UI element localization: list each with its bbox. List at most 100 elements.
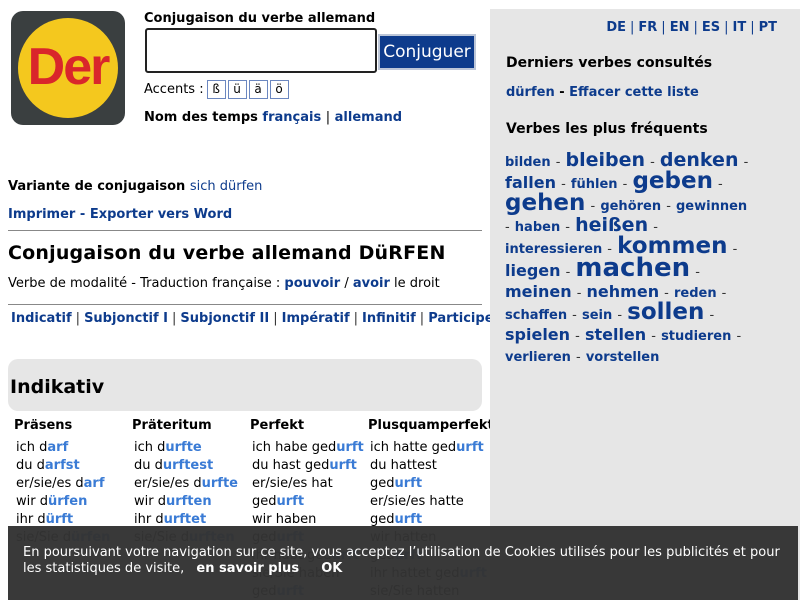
separator: - (743, 155, 749, 170)
conjugation-ending: urft (456, 440, 484, 455)
conjugation-stem: du hattest (370, 458, 437, 473)
accent-key-a-umlaut[interactable]: ä (248, 80, 268, 99)
verb-search-input[interactable] (145, 28, 377, 73)
accent-key-eszett[interactable]: ß (206, 80, 226, 99)
frequent-verb-link[interactable]: geben (632, 168, 713, 194)
separator: | (172, 311, 177, 326)
mood-section-header: Indikativ (8, 359, 482, 411)
separator: - (555, 155, 561, 170)
conjugation-row: du hattest (366, 457, 496, 475)
variant-link[interactable]: sich dürfen (190, 179, 263, 194)
frequent-verb-link[interactable]: gehören (600, 199, 661, 214)
mood-link-infinitif[interactable]: Infinitif (362, 311, 416, 326)
mood-link-indicatif[interactable]: Indicatif (11, 311, 72, 326)
frequent-verb-link[interactable]: machen (575, 253, 690, 283)
conjugation-stem: ihr d (134, 512, 164, 527)
conjugation-row: gedurft (248, 493, 366, 511)
frequent-verb-link[interactable]: spielen (505, 325, 570, 344)
conjugation-row: du darfst (12, 457, 130, 475)
mood-link-subjonctif-2[interactable]: Subjonctif II (180, 311, 269, 326)
conjugation-ending: arf (83, 476, 105, 491)
verb-info: Verbe de modalité - Traduction française… (8, 276, 440, 291)
conjugation-row: er/sie/es durfte (130, 475, 248, 493)
lang-link-fr[interactable]: FR (638, 20, 657, 35)
conjugation-ending: arf (47, 440, 69, 455)
conjugation-ending: urft (329, 458, 357, 473)
conjugation-stem: wir d (134, 494, 166, 509)
conjugation-row: gedurft (366, 475, 496, 493)
print-link[interactable]: Imprimer (8, 207, 75, 222)
conjugation-row: er/sie/es hat (248, 475, 366, 493)
separator: - (622, 177, 628, 192)
frequent-verb-link[interactable]: sein (582, 308, 612, 323)
site-logo[interactable]: Der (11, 11, 125, 125)
cookie-text: En poursuivant votre navigation sur ce s… (23, 545, 780, 576)
accent-key-u-umlaut[interactable]: ü (227, 80, 247, 99)
separator: | (724, 20, 729, 35)
conjugation-stem: ged (252, 494, 277, 509)
translation-link-1[interactable]: pouvoir (284, 276, 340, 291)
separator: | (273, 311, 278, 326)
frequent-verb-link[interactable]: gewinnen (676, 199, 747, 214)
translation-link-2[interactable]: avoir (353, 276, 390, 291)
separator: / (344, 276, 349, 291)
verb-info-suffix: le droit (394, 276, 440, 291)
export-word-link[interactable]: Exporter vers Word (90, 207, 232, 222)
separator: - (721, 286, 727, 301)
separator: - (590, 199, 596, 214)
tense-heading: Plusquamperfekt (368, 418, 494, 433)
frequent-verb-link[interactable]: liegen (505, 261, 561, 280)
lang-link-it[interactable]: IT (732, 20, 746, 35)
recent-verbs: dürfen - Effacer cette liste (506, 85, 699, 100)
tense-names-german-link[interactable]: allemand (335, 110, 402, 125)
accent-key-o-umlaut[interactable]: ö (269, 80, 289, 99)
separator: - (576, 286, 582, 301)
conjugation-row: er/sie/es darf (12, 475, 130, 493)
frequent-verbs-heading: Verbes les plus fréquents (506, 121, 708, 137)
conjugation-stem: ihr d (16, 512, 46, 527)
conjugation-stem: ich habe ged (252, 440, 337, 455)
cookie-ok-button[interactable]: OK (321, 561, 342, 576)
conjugation-stem: ich d (16, 440, 48, 455)
mood-nav: Indicatif | Subjonctif I | Subjonctif II | Imp… (11, 311, 494, 326)
frequent-verb-link[interactable]: bilden (505, 155, 551, 170)
conjugation-ending: ürfen (47, 494, 88, 509)
conjugation-ending: urft (394, 476, 423, 491)
frequent-verb-link[interactable]: schaffen (505, 308, 567, 323)
clear-list-link[interactable]: Effacer cette liste (569, 85, 699, 100)
tense-names-french-link[interactable]: français (262, 110, 321, 125)
separator: | (693, 20, 698, 35)
tense-names-label: Nom des temps (144, 110, 258, 125)
conjugation-ending: urfte (165, 440, 202, 455)
conjugation-ending: urftest (162, 458, 214, 473)
separator: - (651, 329, 656, 344)
conjugation-stem: er/sie/es hatte (370, 494, 464, 509)
separator: - (732, 242, 738, 257)
logo-text: Der (27, 38, 111, 96)
frequent-verb-link[interactable]: stellen (585, 325, 646, 344)
recent-verb-link[interactable]: dürfen (506, 85, 555, 100)
cookie-more-link[interactable]: en savoir plus (196, 561, 299, 576)
lang-link-pt[interactable]: PT (759, 20, 777, 35)
lang-link-de[interactable]: DE (606, 20, 626, 35)
lang-link-en[interactable]: EN (670, 20, 690, 35)
frequent-verb-link[interactable]: verlieren (505, 350, 571, 365)
frequent-verb-link[interactable]: haben (515, 220, 560, 235)
mood-link-participe[interactable]: Participe (428, 311, 493, 326)
frequent-verb-link[interactable]: studieren (661, 329, 731, 344)
separator: - (666, 199, 671, 214)
separator: | (75, 311, 81, 326)
frequent-verb-link[interactable]: gehen (505, 190, 585, 216)
lang-link-es[interactable]: ES (702, 20, 720, 35)
tense-heading: Präteritum (132, 418, 212, 433)
mood-link-subjonctif-1[interactable]: Subjonctif I (84, 311, 168, 326)
mood-link-imperatif[interactable]: Impératif (282, 311, 350, 326)
separator: - (709, 308, 715, 323)
conjugate-button[interactable]: Conjuguer (378, 34, 476, 70)
separator: | (750, 20, 755, 35)
frequent-verb-link[interactable]: vorstellen (586, 350, 660, 365)
conjugation-stem: er/sie/es hat (252, 476, 333, 491)
separator: - (576, 350, 581, 365)
frequent-verb-link[interactable]: meinen (505, 282, 572, 301)
frequent-verb-link[interactable]: sollen (627, 299, 704, 325)
